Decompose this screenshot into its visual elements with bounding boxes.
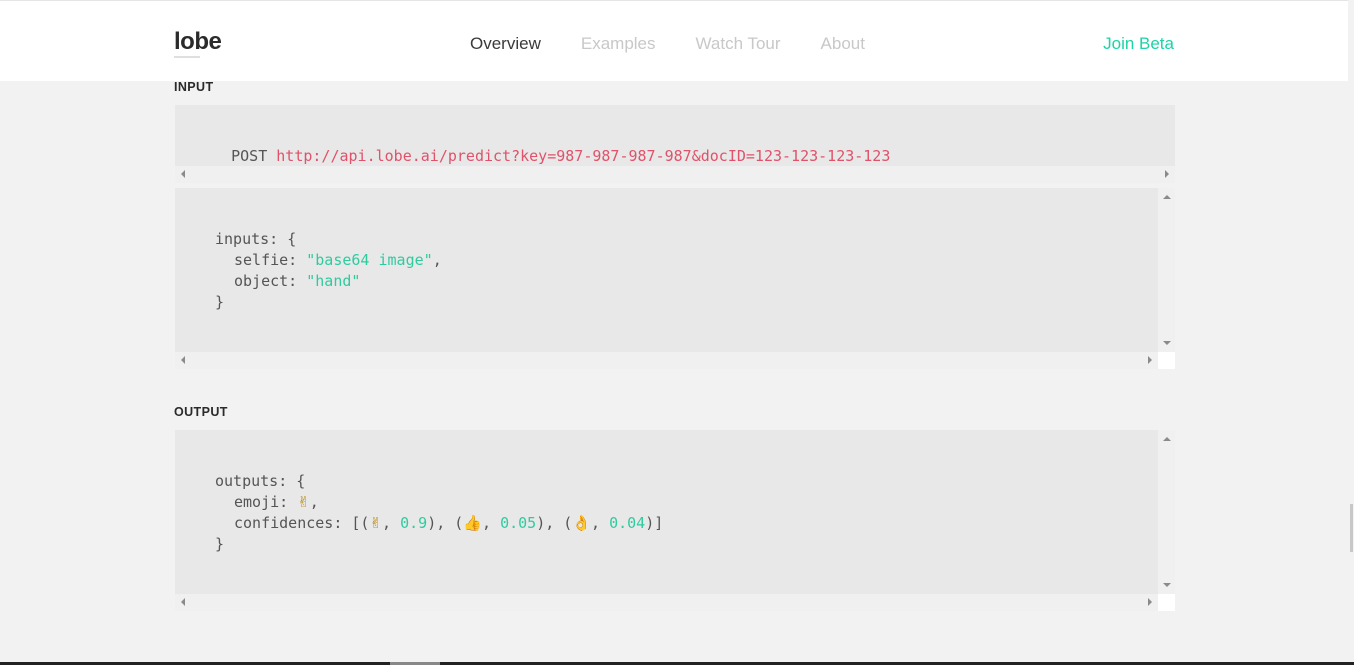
scroll-left-icon[interactable] bbox=[181, 170, 185, 178]
input-body-hscrollbar[interactable] bbox=[175, 352, 1158, 369]
emoji-comma: , bbox=[309, 493, 319, 511]
separator: , bbox=[482, 514, 501, 532]
output-line-open: outputs: { bbox=[215, 472, 306, 490]
input-line-selfie: selfie: "base64 image", bbox=[234, 250, 442, 271]
selfie-key: selfie: bbox=[234, 251, 307, 269]
scroll-right-icon[interactable] bbox=[1148, 356, 1152, 364]
output-body-code: outputs: { emoji: ✌, confidences: [(✌, 0… bbox=[175, 430, 1158, 594]
output-body-hscrollbar[interactable] bbox=[175, 594, 1158, 611]
top-navbar: lobe Overview Examples Watch Tour About … bbox=[0, 0, 1348, 81]
ok-hand-icon: 👌 bbox=[572, 514, 592, 532]
scroll-up-icon[interactable] bbox=[1163, 437, 1171, 441]
scroll-left-icon[interactable] bbox=[181, 598, 185, 606]
input-line-close: } bbox=[215, 293, 225, 311]
logo[interactable]: lobe bbox=[174, 28, 222, 56]
input-body-vscrollbar[interactable] bbox=[1158, 188, 1175, 352]
selfie-value: "base64 image" bbox=[306, 251, 433, 269]
scroll-down-icon[interactable] bbox=[1163, 583, 1171, 587]
nav-overview-link[interactable]: Overview bbox=[470, 34, 541, 54]
join-beta-button[interactable]: Join Beta bbox=[1103, 34, 1174, 54]
scrollbar-corner bbox=[1158, 594, 1175, 611]
request-url-hscrollbar[interactable] bbox=[175, 166, 1175, 183]
thumbs-up-icon: 👍 bbox=[463, 514, 483, 532]
scroll-up-icon[interactable] bbox=[1163, 195, 1171, 199]
request-url-box: POST http://api.lobe.ai/predict?key=987-… bbox=[175, 105, 1175, 166]
separator: , bbox=[591, 514, 610, 532]
request-url: http://api.lobe.ai/predict?key=987-987-9… bbox=[276, 147, 891, 165]
output-body-vscrollbar[interactable] bbox=[1158, 430, 1175, 594]
nav-examples-link[interactable]: Examples bbox=[581, 34, 656, 54]
output-line-emoji: emoji: ✌, bbox=[234, 492, 319, 513]
confidence-value: 0.04 bbox=[609, 514, 646, 532]
page-vscrollbar[interactable] bbox=[1348, 0, 1354, 665]
confidences-key: confidences: [( bbox=[234, 514, 370, 532]
scroll-right-icon[interactable] bbox=[1148, 598, 1152, 606]
victory-hand-icon: ✌ bbox=[297, 493, 310, 511]
input-line-object: object: "hand" bbox=[234, 271, 360, 292]
http-method: POST bbox=[231, 147, 268, 165]
input-line-open: inputs: { bbox=[215, 230, 297, 248]
input-body-code: inputs: { selfie: "base64 image", object… bbox=[175, 188, 1158, 352]
separator: ), ( bbox=[536, 514, 573, 532]
scrollbar-corner bbox=[1158, 352, 1175, 369]
scroll-left-icon[interactable] bbox=[181, 356, 185, 364]
confidence-value: 0.05 bbox=[500, 514, 537, 532]
confidence-value: 0.9 bbox=[400, 514, 428, 532]
object-key: object: bbox=[234, 272, 307, 290]
nav-about-link[interactable]: About bbox=[821, 34, 865, 54]
object-value: "hand" bbox=[306, 272, 361, 290]
nav-links: Overview Examples Watch Tour About bbox=[470, 34, 865, 54]
emoji-key: emoji: bbox=[234, 493, 298, 511]
separator: )] bbox=[645, 514, 664, 532]
selfie-comma: , bbox=[432, 251, 442, 269]
output-section-label: OUTPUT bbox=[174, 405, 228, 419]
page-scroll-thumb[interactable] bbox=[1350, 504, 1353, 552]
victory-hand-icon: ✌ bbox=[369, 514, 383, 532]
output-line-confidences: confidences: [(✌, 0.9), (👍, 0.05), (👌, 0… bbox=[234, 513, 663, 534]
output-line-close: } bbox=[215, 535, 225, 553]
nav-watch-tour-link[interactable]: Watch Tour bbox=[696, 34, 781, 54]
separator: ), ( bbox=[427, 514, 464, 532]
scroll-down-icon[interactable] bbox=[1163, 341, 1171, 345]
input-section-label: INPUT bbox=[174, 80, 214, 94]
logo-underline bbox=[174, 56, 200, 58]
scroll-right-icon[interactable] bbox=[1165, 170, 1169, 178]
separator: , bbox=[382, 514, 401, 532]
